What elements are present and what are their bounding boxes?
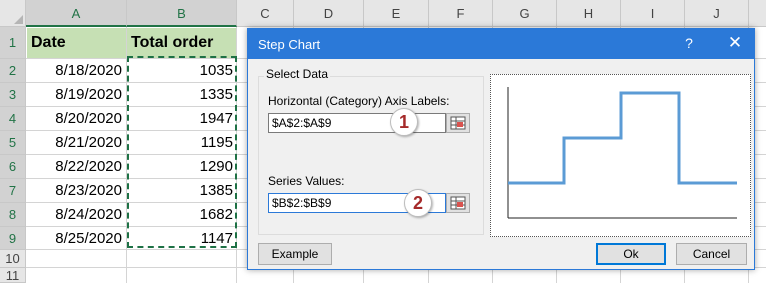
preview-step-line — [508, 91, 737, 185]
row-header-3[interactable]: 3 — [0, 83, 26, 107]
step-chart-dialog: Step Chart ? ✕ Select Data Horizontal (C… — [247, 28, 755, 270]
cell-date[interactable]: 8/20/2020 — [26, 107, 126, 131]
cell-date[interactable]: 8/25/2020 — [26, 227, 126, 250]
column-header-d[interactable]: D — [294, 0, 364, 27]
row-header-6[interactable]: 6 — [0, 155, 26, 179]
row-header-2[interactable]: 2 — [0, 59, 26, 83]
cell-date[interactable]: 8/22/2020 — [26, 155, 126, 179]
row-header-10[interactable]: 10 — [0, 250, 26, 268]
cell-date[interactable]: 8/19/2020 — [26, 83, 126, 107]
cell-b1-header[interactable]: Total order — [127, 28, 236, 58]
axis-labels-input[interactable]: $A$2:$A$9 — [268, 113, 446, 133]
column-header-h[interactable]: H — [557, 0, 621, 27]
help-icon[interactable]: ? — [681, 35, 697, 51]
dialog-title: Step Chart — [258, 37, 321, 52]
cell-date[interactable]: 8/18/2020 — [26, 59, 126, 83]
step-chart-preview-svg — [507, 87, 737, 219]
series-values-label: Series Values: — [268, 174, 345, 188]
column-header-j[interactable]: J — [685, 0, 749, 27]
row-header-11[interactable]: 11 — [0, 268, 26, 283]
select-data-group-title: Select Data — [264, 67, 331, 81]
column-header-e[interactable]: E — [364, 0, 429, 27]
row-header-5[interactable]: 5 — [0, 131, 26, 155]
column-header-k[interactable] — [749, 0, 766, 27]
cell-date[interactable]: 8/24/2020 — [26, 203, 126, 227]
cell-a1-header[interactable]: Date — [27, 28, 126, 58]
row-header-8[interactable]: 8 — [0, 203, 26, 227]
cell-date[interactable]: 8/21/2020 — [26, 131, 126, 155]
ok-button[interactable]: Ok — [596, 243, 666, 265]
column-header-c[interactable]: C — [237, 0, 294, 27]
range-select-icon — [450, 116, 466, 130]
column-header-f[interactable]: F — [429, 0, 493, 27]
close-icon[interactable]: ✕ — [726, 33, 744, 53]
axis-range-select-button[interactable] — [446, 113, 470, 133]
dialog-titlebar[interactable]: Step Chart ? ✕ — [248, 29, 754, 59]
row-header-1[interactable]: 1 — [0, 27, 26, 59]
column-header-i[interactable]: I — [621, 0, 685, 27]
row-header-7[interactable]: 7 — [0, 179, 26, 203]
row-header-4[interactable]: 4 — [0, 107, 26, 131]
step-2-badge: 2 — [404, 189, 432, 217]
column-header-a[interactable]: A — [26, 0, 127, 27]
cancel-button[interactable]: Cancel — [676, 243, 747, 265]
copy-selection-marquee — [127, 56, 237, 248]
axis-labels-label: Horizontal (Category) Axis Labels: — [268, 94, 450, 108]
range-select-icon — [450, 196, 466, 210]
row-header-9[interactable]: 9 — [0, 227, 26, 250]
column-header-g[interactable]: G — [493, 0, 557, 27]
step-chart-preview — [490, 74, 751, 237]
step-1-badge: 1 — [390, 108, 418, 136]
column-header-b[interactable]: B — [127, 0, 237, 27]
example-button[interactable]: Example — [258, 243, 332, 265]
cell-date[interactable]: 8/23/2020 — [26, 179, 126, 203]
series-range-select-button[interactable] — [446, 193, 470, 213]
select-all-corner[interactable] — [0, 0, 26, 27]
